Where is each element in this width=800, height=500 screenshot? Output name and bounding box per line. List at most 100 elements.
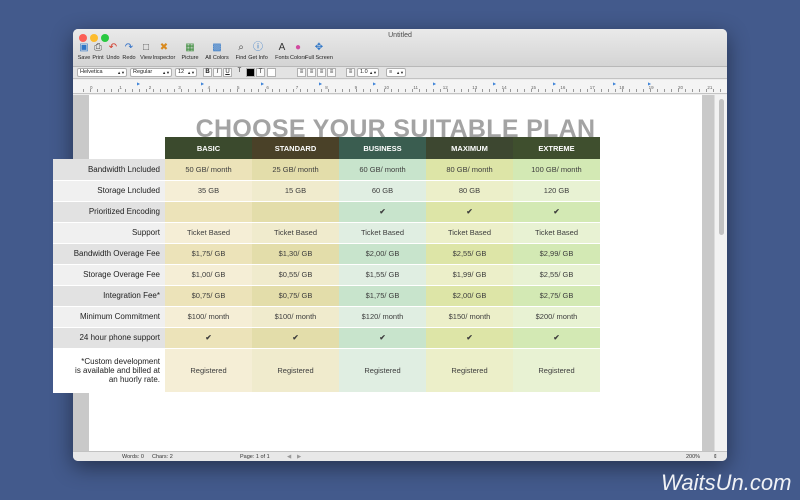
- info-icon: ⓘ: [253, 42, 263, 53]
- ruler-tick: [391, 89, 392, 92]
- align-right-button[interactable]: ≡: [317, 68, 326, 77]
- table-cell: [165, 201, 252, 223]
- tab-stop-icon[interactable]: ▶: [373, 81, 376, 86]
- font-family-select[interactable]: Helvetica ▲▼: [77, 68, 127, 77]
- tab-stop-icon[interactable]: ▶: [201, 81, 204, 86]
- align-justify-button[interactable]: ≡: [327, 68, 336, 77]
- table-cell: Registered: [252, 348, 339, 393]
- ruler-tick: [111, 89, 112, 92]
- line-spacing-select[interactable]: 1.0 ▲▼: [357, 68, 379, 77]
- char-count: Chars: 2: [152, 454, 173, 460]
- ruler-tick: [426, 89, 427, 92]
- table-cell: $100/ month: [252, 306, 339, 328]
- ruler-number: 16: [560, 85, 566, 90]
- ruler-tick: [174, 89, 175, 92]
- list-style-select[interactable]: ≡ ▲▼: [386, 68, 406, 77]
- previous-page-icon[interactable]: ◀: [287, 454, 291, 460]
- align-left-button[interactable]: ≡: [297, 68, 306, 77]
- picture-icon: ▦: [185, 42, 195, 53]
- page-indicator: Page: 1 of 1: [240, 454, 270, 460]
- row-label: Storage Overage Fee: [53, 264, 165, 286]
- plan-header-standard: STANDARD: [252, 137, 339, 159]
- ruler-tick: [300, 89, 301, 92]
- bold-button[interactable]: B: [203, 68, 212, 77]
- ruler[interactable]: 0 1 2 3 4 5 6 7 8 9 10 11 12 13 14 15 16 17 18 19 20 21 ▶ ▶ ▶ ▶ ▶ ▶…: [73, 80, 727, 94]
- row-label: Storage Lncluded: [53, 180, 165, 202]
- ruler-tick: [279, 89, 280, 92]
- ruler-tick: [272, 89, 273, 92]
- inspector-icon: ✖: [159, 42, 169, 53]
- table-cell: $2,55/ GB: [513, 264, 600, 286]
- font-style-select[interactable]: Regular ▲▼: [130, 68, 172, 77]
- next-page-icon[interactable]: ▶: [297, 454, 301, 460]
- ruler-tick: [643, 89, 644, 92]
- vertical-scrollbar[interactable]: [714, 95, 727, 451]
- font-family-value: Helvetica: [80, 69, 103, 75]
- ruler-tick: [349, 89, 350, 92]
- table-cell: Ticket Based: [165, 222, 252, 244]
- tab-stop-icon[interactable]: ▶: [493, 81, 496, 86]
- pricing-table: BASIC STANDARD BUSINESS MAXIMUM EXTREME Band…: [53, 137, 600, 393]
- font-style-value: Regular: [133, 69, 153, 75]
- row-label-line: Minimum Commitment: [79, 312, 160, 321]
- ruler-tick: [482, 89, 483, 92]
- ruler-tick: [587, 89, 588, 92]
- underline-button[interactable]: U: [223, 68, 232, 77]
- ruler-tick: [615, 89, 616, 92]
- tab-stop-icon[interactable]: ▶: [261, 81, 264, 86]
- check-icon: ✔: [339, 327, 426, 349]
- ruler-tick: [664, 89, 665, 92]
- ruler-tick: [566, 89, 567, 92]
- toolbar-button-picture[interactable]: ▦ Picture: [175, 41, 205, 65]
- align-center-button[interactable]: ≡: [307, 68, 316, 77]
- ruler-tick: [125, 89, 126, 92]
- plan-header-basic: BASIC: [165, 137, 252, 159]
- tab-stop-icon[interactable]: ▶: [553, 81, 556, 86]
- title-bar: Untitled ▣ Save ⎙ Print ↶ Undo ↷ Redo □ View ✖ Insp…: [73, 29, 727, 67]
- table-cell: 80 GB/ month: [426, 159, 513, 181]
- highlight-icon[interactable]: T: [256, 68, 265, 77]
- row-label-line: 24 hour phone support: [79, 333, 160, 342]
- zoom-stepper-icon[interactable]: ⇕: [713, 454, 718, 460]
- check-icon: ✔: [513, 201, 600, 223]
- text-color-swatch[interactable]: [246, 68, 255, 77]
- ruler-tick: [83, 89, 84, 92]
- ruler-tick: [636, 89, 637, 92]
- row-label: Support: [53, 222, 165, 244]
- ruler-tick: [258, 89, 259, 92]
- tab-stop-icon[interactable]: ▶: [319, 81, 322, 86]
- table-cell: $120/ month: [339, 306, 426, 328]
- font-size-select[interactable]: 12 ▲▼: [175, 68, 197, 77]
- tab-stop-icon[interactable]: ▶: [613, 81, 616, 86]
- row-label-line: Prioritized Encoding: [88, 207, 160, 216]
- tab-stop-icon[interactable]: ▶: [137, 81, 140, 86]
- toolbar-button-full-screen[interactable]: ✥ Full Screen: [304, 41, 334, 65]
- ruler-number: 10: [384, 85, 390, 90]
- format-bar: Helvetica ▲▼ Regular ▲▼ 12 ▲▼ B I U T T ≡ ≡…: [73, 67, 727, 79]
- ruler-tick: [202, 89, 203, 92]
- check-icon: ✔: [165, 327, 252, 349]
- text-color-icon[interactable]: T: [235, 68, 244, 77]
- zoom-level[interactable]: 200%: [686, 454, 700, 460]
- ruler-number: 18: [619, 85, 625, 90]
- table-row: *Custom development is available and bill…: [53, 348, 600, 393]
- tab-stop-icon[interactable]: ▶: [433, 81, 436, 86]
- scroll-thumb[interactable]: [719, 99, 724, 235]
- check-icon: ✔: [339, 201, 426, 223]
- italic-button[interactable]: I: [213, 68, 222, 77]
- table-cell: $1,00/ GB: [165, 264, 252, 286]
- table-row: Bandwidth Overage Fee $1,75/ GB $1,30/ GB $…: [53, 243, 600, 265]
- ruler-tick: [104, 89, 105, 92]
- font-size-value: 12: [178, 69, 185, 75]
- background-color-swatch[interactable]: [267, 68, 276, 77]
- ruler-tick: [314, 89, 315, 92]
- row-label-line: Integration Fee*: [103, 291, 160, 300]
- table-cell: $0,75/ GB: [252, 285, 339, 307]
- table-cell: $0,55/ GB: [252, 264, 339, 286]
- table-cell: $1,75/ GB: [339, 285, 426, 307]
- table-cell: Ticket Based: [513, 222, 600, 244]
- table-row: Prioritized Encoding ✔ ✔ ✔: [53, 201, 600, 223]
- table-cell: $1,30/ GB: [252, 243, 339, 265]
- ruler-number: 3: [178, 85, 181, 90]
- tab-stop-icon[interactable]: ▶: [648, 81, 651, 86]
